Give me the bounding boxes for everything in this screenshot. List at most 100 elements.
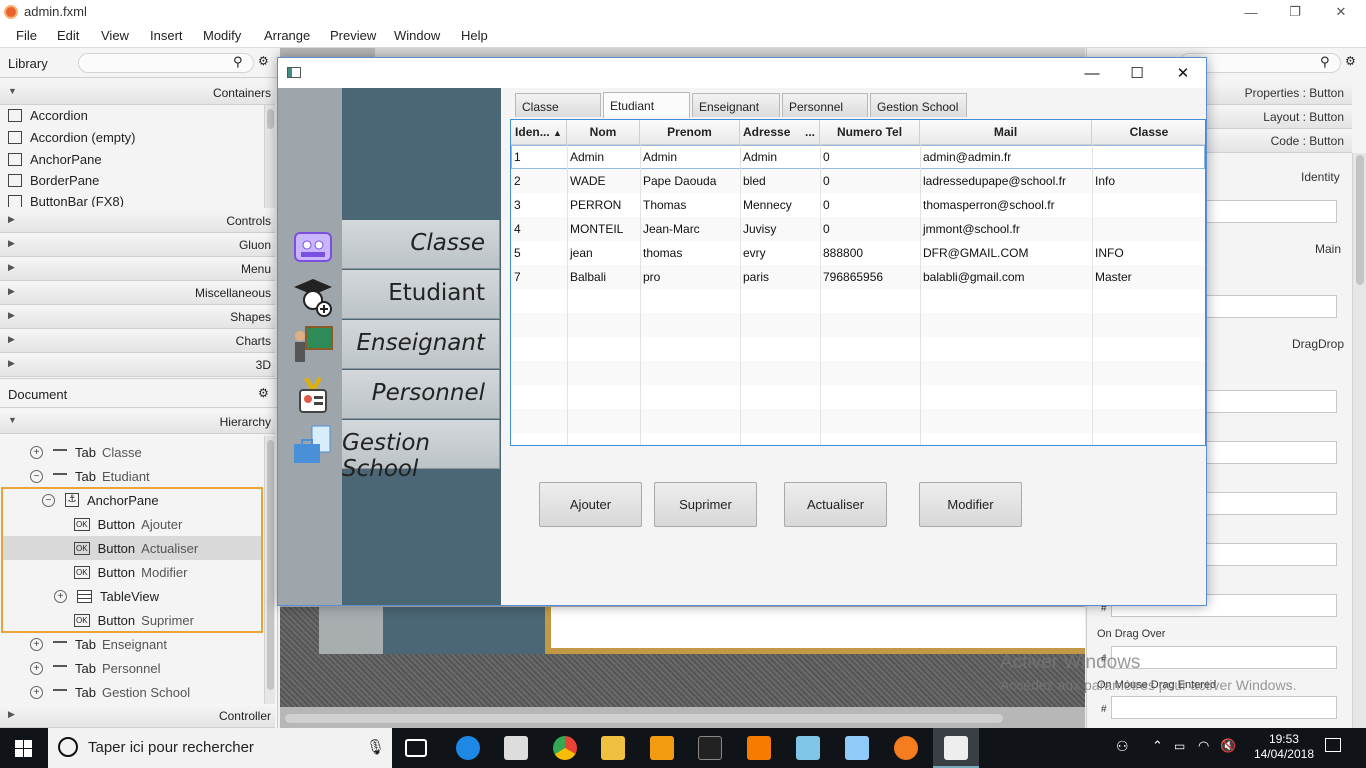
- system-clock[interactable]: 19:53 14/04/2018: [1254, 732, 1314, 762]
- column-header[interactable]: Iden... ▲: [511, 120, 567, 145]
- nav-classe-button[interactable]: Classe: [342, 220, 500, 269]
- controls-section[interactable]: ▶ Controls: [0, 209, 275, 233]
- virtualbox-icon[interactable]: [845, 736, 869, 760]
- menu-modify[interactable]: Modify: [203, 28, 241, 43]
- table-cell[interactable]: MONTEIL: [567, 217, 640, 241]
- table-cell[interactable]: thomas: [640, 241, 740, 265]
- maximize-button[interactable]: ☐: [1114, 58, 1160, 88]
- students-table[interactable]: Iden... ▲ Nom Prenom Adresse... Numero T…: [510, 119, 1206, 446]
- menu-view[interactable]: View: [101, 28, 129, 43]
- nav-enseignant-button[interactable]: Enseignant: [342, 320, 500, 369]
- hierarchy-scrollbar[interactable]: [264, 436, 275, 704]
- library-item[interactable]: BorderPane: [0, 170, 262, 192]
- edge-icon[interactable]: [456, 736, 480, 760]
- table-row[interactable]: [511, 385, 1205, 409]
- expand-icon[interactable]: +: [30, 685, 43, 699]
- table-row[interactable]: [511, 289, 1205, 313]
- command-prompt-icon[interactable]: [698, 736, 722, 760]
- miscellaneous-section[interactable]: ▶ Miscellaneous: [0, 281, 275, 305]
- modifier-button[interactable]: Modifier: [919, 482, 1022, 527]
- menu-section[interactable]: ▶ Menu: [0, 257, 275, 281]
- table-cell[interactable]: DFR@GMAIL.COM: [920, 241, 1092, 265]
- tab-personnel[interactable]: Personnel: [782, 93, 868, 117]
- library-search-input[interactable]: [78, 53, 254, 73]
- sublime-text-icon[interactable]: [650, 736, 674, 760]
- table-cell[interactable]: [1092, 145, 1205, 169]
- table-cell[interactable]: Admin: [640, 145, 740, 169]
- restore-button[interactable]: ❐: [1272, 0, 1318, 24]
- table-cell[interactable]: WADE: [567, 169, 640, 193]
- nav-personnel-button[interactable]: Personnel: [342, 370, 500, 419]
- scroll-thumb[interactable]: [267, 109, 274, 129]
- library-item[interactable]: Accordion (empty): [0, 127, 262, 149]
- table-cell[interactable]: 2: [511, 169, 567, 193]
- table-row[interactable]: [511, 361, 1205, 385]
- search-icon[interactable]: ⚲: [233, 54, 243, 70]
- library-gear-icon[interactable]: ⚙: [258, 54, 269, 68]
- hierarchy-item[interactable]: − Tab Etudiant: [30, 464, 262, 488]
- table-cell[interactable]: 4: [511, 217, 567, 241]
- table-cell[interactable]: paris: [740, 265, 820, 289]
- containers-section[interactable]: ▼ Containers: [0, 81, 275, 105]
- inspector-gear-icon[interactable]: ⚙: [1345, 54, 1356, 68]
- taskbar-search-box[interactable]: Taper ici pour rechercher 🎙: [48, 728, 392, 768]
- tab-enseignant[interactable]: Enseignant: [692, 93, 780, 117]
- table-row[interactable]: [511, 313, 1205, 337]
- collapse-icon[interactable]: −: [30, 469, 43, 483]
- close-button[interactable]: ✕: [1160, 58, 1206, 88]
- table-cell[interactable]: 0: [820, 169, 920, 193]
- table-cell[interactable]: 1: [511, 145, 567, 169]
- column-header[interactable]: Prenom: [640, 120, 740, 145]
- volume-muted-icon[interactable]: 🔇: [1220, 738, 1236, 754]
- tab-etudiant[interactable]: Etudiant: [603, 92, 690, 118]
- table-cell[interactable]: Balbali: [567, 265, 640, 289]
- chevron-up-icon[interactable]: ⌃: [1152, 738, 1163, 754]
- table-cell[interactable]: bled: [740, 169, 820, 193]
- scroll-thumb[interactable]: [1356, 155, 1364, 285]
- hierarchy-item[interactable]: + Tab Personnel: [30, 656, 262, 680]
- on-mouse-drag-entered-field[interactable]: [1111, 696, 1337, 719]
- xampp-icon[interactable]: [747, 736, 771, 760]
- table-cell[interactable]: 796865956: [820, 265, 920, 289]
- canvas-hscroll[interactable]: [285, 714, 1003, 723]
- chrome-icon[interactable]: [553, 736, 577, 760]
- menu-file[interactable]: File: [16, 28, 37, 43]
- store-icon[interactable]: [504, 736, 528, 760]
- java-app-taskbar-item[interactable]: [933, 728, 979, 768]
- expand-icon[interactable]: +: [30, 661, 43, 675]
- table-cell[interactable]: [1092, 217, 1205, 241]
- on-drag-over-field[interactable]: [1111, 646, 1337, 669]
- hierarchy-item[interactable]: + Tab Enseignant: [30, 632, 262, 656]
- table-cell[interactable]: 0: [820, 145, 920, 169]
- table-cell[interactable]: Thomas: [640, 193, 740, 217]
- app-icon[interactable]: [796, 736, 820, 760]
- inspector-scrollbar[interactable]: [1352, 153, 1366, 728]
- nav-gestion-school-button[interactable]: Gestion School: [342, 420, 500, 482]
- table-cell[interactable]: jean: [567, 241, 640, 265]
- battery-icon[interactable]: ▭: [1174, 739, 1185, 753]
- table-cell[interactable]: Info: [1092, 169, 1205, 193]
- tab-classe[interactable]: Classe: [515, 93, 601, 117]
- menu-insert[interactable]: Insert: [150, 28, 183, 43]
- menu-edit[interactable]: Edit: [57, 28, 79, 43]
- table-cell[interactable]: evry: [740, 241, 820, 265]
- table-cell[interactable]: Mennecy: [740, 193, 820, 217]
- shapes-section[interactable]: ▶ Shapes: [0, 305, 275, 329]
- table-cell[interactable]: Admin: [567, 145, 640, 169]
- table-cell[interactable]: balabli@gmail.com: [920, 265, 1092, 289]
- hierarchy-item[interactable]: + Tab Classe: [30, 440, 262, 464]
- actualiser-button[interactable]: Actualiser: [784, 482, 887, 527]
- table-cell[interactable]: 0: [820, 217, 920, 241]
- menu-preview[interactable]: Preview: [330, 28, 376, 43]
- menu-window[interactable]: Window: [394, 28, 440, 43]
- table-cell[interactable]: ladressedupape@school.fr: [920, 169, 1092, 193]
- wifi-icon[interactable]: ◠: [1198, 738, 1209, 754]
- ajouter-button[interactable]: Ajouter: [539, 482, 642, 527]
- table-cell[interactable]: thomasperron@school.fr: [920, 193, 1092, 217]
- table-cell[interactable]: Master: [1092, 265, 1205, 289]
- table-cell[interactable]: 0: [820, 193, 920, 217]
- library-item[interactable]: Accordion: [0, 105, 262, 127]
- table-cell[interactable]: Juvisy: [740, 217, 820, 241]
- document-gear-icon[interactable]: ⚙: [258, 386, 269, 400]
- gluon-section[interactable]: ▶ Gluon: [0, 233, 275, 257]
